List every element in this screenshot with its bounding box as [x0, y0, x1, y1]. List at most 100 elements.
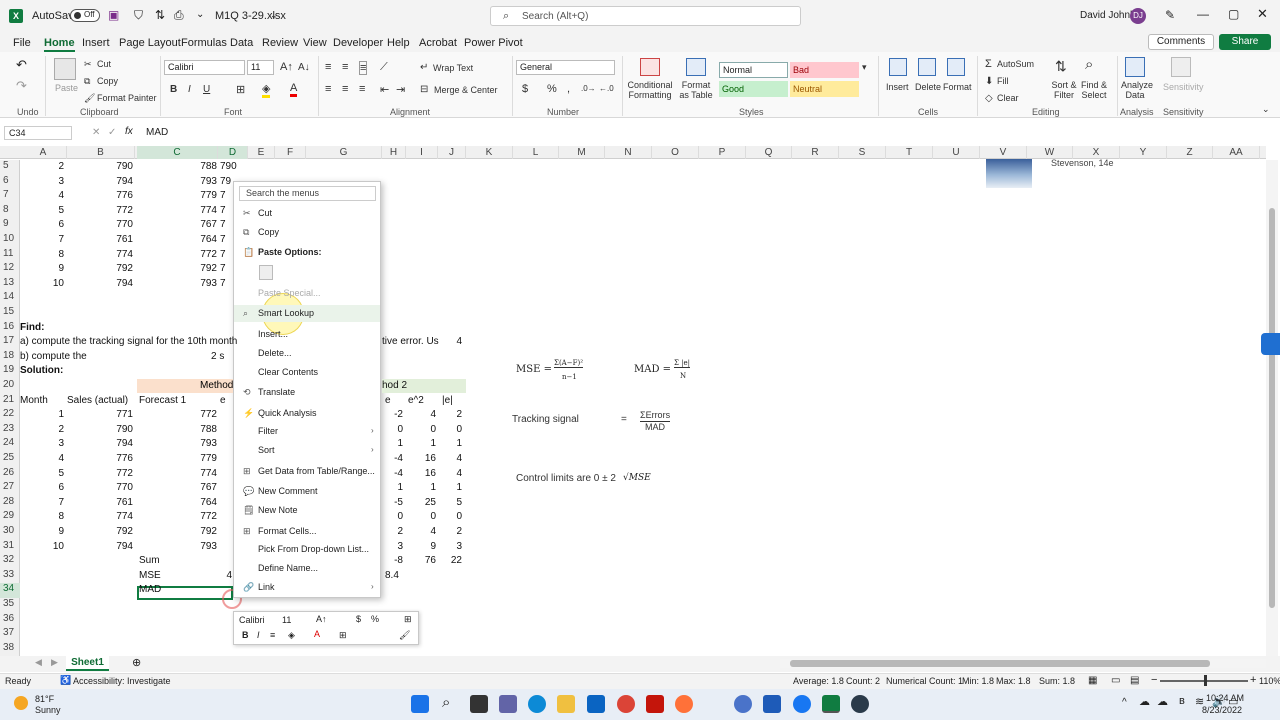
- column-header[interactable]: F: [275, 146, 306, 159]
- next-sheet-icon[interactable]: ▶: [51, 657, 58, 668]
- menu-item-insert[interactable]: Insert...: [258, 329, 288, 339]
- row-header[interactable]: 11: [0, 248, 20, 263]
- onedrive-icon[interactable]: ☁: [1157, 695, 1168, 708]
- mini-size-select[interactable]: 11: [282, 615, 291, 625]
- mini-font-select[interactable]: Calibri: [239, 615, 265, 625]
- mini-painter-icon[interactable]: 🖌: [399, 630, 410, 641]
- column-header[interactable]: AA: [1213, 146, 1260, 159]
- sheet-tab[interactable]: Sheet1: [66, 655, 109, 671]
- row-header[interactable]: 35: [0, 598, 20, 613]
- prev-sheet-icon[interactable]: ◀: [35, 657, 42, 668]
- mini-format-icon[interactable]: ⊞: [404, 614, 412, 625]
- row-header[interactable]: 5: [0, 160, 20, 175]
- increase-decimal-icon[interactable]: .0→: [581, 84, 596, 93]
- clock-date[interactable]: 8/23/2022: [1202, 705, 1242, 715]
- column-header[interactable]: Y: [1120, 146, 1167, 159]
- sort-filter-button[interactable]: Sort & Filter: [1050, 80, 1078, 100]
- row-header[interactable]: 17: [0, 335, 20, 350]
- column-header[interactable]: S: [839, 146, 886, 159]
- column-header[interactable]: P: [699, 146, 746, 159]
- column-header[interactable]: M: [559, 146, 605, 159]
- bold-button[interactable]: B: [170, 84, 177, 95]
- column-header[interactable]: Z: [1167, 146, 1213, 159]
- file-explorer-icon[interactable]: [557, 695, 575, 713]
- row-header[interactable]: 28: [0, 496, 20, 511]
- tab-file[interactable]: File: [13, 37, 31, 49]
- orientation-icon[interactable]: ⟋: [380, 61, 388, 74]
- row-header[interactable]: 30: [0, 525, 20, 540]
- align-right-icon[interactable]: ≡: [359, 83, 365, 95]
- format-painter-button[interactable]: Format Painter: [97, 93, 157, 103]
- format-cells-button[interactable]: Format: [943, 82, 972, 92]
- comments-button[interactable]: Comments: [1148, 34, 1214, 50]
- page-break-view-icon[interactable]: ▤: [1130, 675, 1139, 686]
- row-header[interactable]: 32: [0, 554, 20, 569]
- menu-item-cut[interactable]: Cut: [258, 208, 272, 218]
- row-header[interactable]: 37: [0, 627, 20, 642]
- row-header[interactable]: 9: [0, 218, 20, 233]
- menu-item-copy[interactable]: Copy: [258, 227, 279, 237]
- column-header[interactable]: K: [466, 146, 513, 159]
- tab-acrobat[interactable]: Acrobat: [419, 37, 457, 49]
- task-view-icon[interactable]: [470, 695, 488, 713]
- horizontal-scrollbar[interactable]: [780, 659, 1266, 668]
- share-button[interactable]: Share: [1219, 34, 1271, 50]
- zoom-slider[interactable]: [1160, 675, 1248, 686]
- row-header[interactable]: 31: [0, 540, 20, 555]
- tray-chevron-icon[interactable]: ^: [1122, 697, 1127, 708]
- find-select-button[interactable]: Find & Select: [1080, 80, 1108, 100]
- helper-icon[interactable]: [1261, 333, 1280, 355]
- mini-grow-font-icon[interactable]: A↑: [316, 614, 327, 624]
- style-normal[interactable]: Normal: [719, 62, 788, 78]
- add-sheet-icon[interactable]: ⊕: [132, 656, 141, 669]
- row-header[interactable]: 20: [0, 379, 20, 394]
- column-header[interactable]: N: [605, 146, 652, 159]
- menu-item-format-cells[interactable]: Format Cells...: [258, 526, 317, 536]
- row-header[interactable]: 38: [0, 642, 20, 657]
- excel-taskbar-icon[interactable]: [822, 695, 840, 713]
- conditional-formatting-button[interactable]: Conditional Formatting: [627, 80, 673, 100]
- menu-item-translate[interactable]: Translate: [258, 387, 295, 397]
- indent-icon[interactable]: ⇤: [380, 83, 389, 96]
- italic-button[interactable]: I: [188, 84, 191, 95]
- minimize-icon[interactable]: —: [1197, 7, 1209, 21]
- column-header[interactable]: D: [218, 146, 248, 159]
- percent-icon[interactable]: %: [547, 83, 557, 95]
- borders-icon[interactable]: ⊞: [236, 83, 245, 96]
- column-header[interactable]: E: [248, 146, 275, 159]
- pen-icon[interactable]: ✎: [1165, 8, 1175, 22]
- column-header[interactable]: O: [652, 146, 699, 159]
- autosum-button[interactable]: AutoSum: [997, 59, 1034, 69]
- collapse-ribbon-icon[interactable]: ⌄: [1262, 104, 1270, 115]
- row-header[interactable]: 34: [0, 583, 20, 598]
- menu-item-new-note[interactable]: New Note: [258, 505, 298, 515]
- app-circle-icon[interactable]: [851, 695, 869, 713]
- column-header[interactable]: R: [792, 146, 839, 159]
- menu-item-get-data[interactable]: Get Data from Table/Range...: [258, 466, 375, 476]
- column-header[interactable]: I: [406, 146, 438, 159]
- column-header[interactable]: H: [382, 146, 406, 159]
- align-middle-icon[interactable]: ≡: [342, 61, 348, 73]
- word-icon[interactable]: [763, 695, 781, 713]
- row-header[interactable]: 23: [0, 423, 20, 438]
- wrap-text-button[interactable]: Wrap Text: [433, 63, 473, 73]
- menu-item-link[interactable]: Link: [258, 582, 275, 592]
- menu-search-box[interactable]: Search the menus: [239, 186, 376, 201]
- row-header[interactable]: 33: [0, 569, 20, 584]
- row-header[interactable]: 8: [0, 204, 20, 219]
- style-good[interactable]: Good: [719, 81, 788, 97]
- mini-italic-button[interactable]: I: [257, 630, 260, 640]
- paste-option-icon[interactable]: [259, 265, 273, 280]
- align-left-icon[interactable]: ≡: [325, 83, 331, 95]
- undo-icon[interactable]: ↶: [16, 57, 27, 73]
- paste-button[interactable]: [54, 58, 76, 80]
- column-header[interactable]: T: [886, 146, 933, 159]
- align-top-icon[interactable]: ≡: [325, 61, 331, 73]
- tab-review[interactable]: Review: [262, 37, 298, 49]
- currency-icon[interactable]: $: [522, 83, 528, 95]
- outdent-icon[interactable]: ⇥: [396, 83, 405, 96]
- fill-button[interactable]: Fill: [997, 76, 1009, 86]
- align-center-icon[interactable]: ≡: [342, 83, 348, 95]
- row-header[interactable]: 25: [0, 452, 20, 467]
- menu-item-delete[interactable]: Delete...: [258, 348, 292, 358]
